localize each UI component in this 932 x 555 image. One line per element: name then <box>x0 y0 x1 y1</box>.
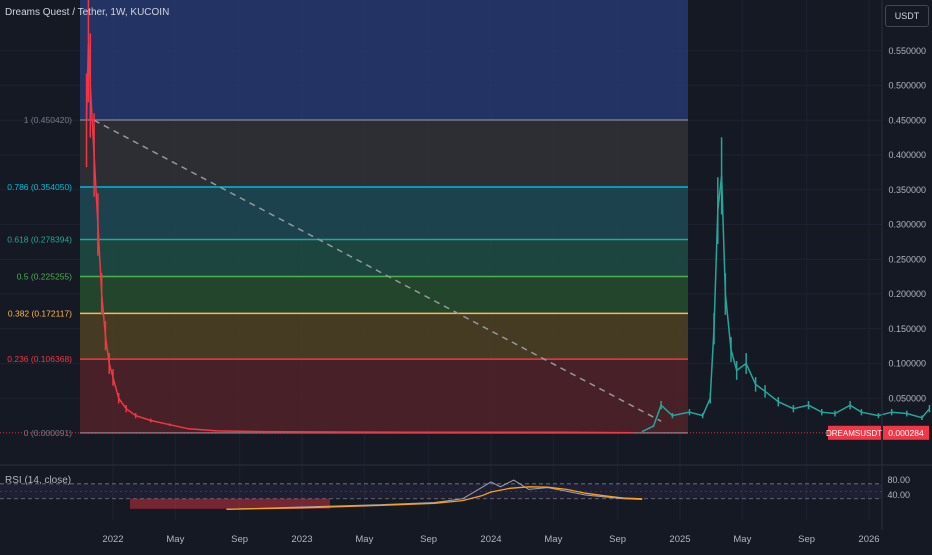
rsi-tick-label: 80.00 <box>887 475 910 485</box>
rsi-title: RSI (14, close) <box>5 475 72 486</box>
x-tick-label: 2022 <box>102 534 123 545</box>
y-tick-label: 0.200000 <box>888 289 926 299</box>
y-tick-label: 0.400000 <box>888 150 926 160</box>
chart-area[interactable]: 1 (0.450420) 0.786 (0.354050) 0.618 (0.278… <box>0 0 932 550</box>
x-tick-label: Sep <box>798 534 815 545</box>
y-tick-label: 0.500000 <box>888 81 926 91</box>
x-tick-label: May <box>544 534 562 545</box>
price-chart[interactable]: 1 (0.450420) 0.786 (0.354050) 0.618 (0.278… <box>0 0 932 550</box>
fib-label: 0.382 (0.172117) <box>8 308 72 318</box>
fib-label: 0.236 (0.106368) <box>7 354 72 364</box>
y-tick-label: 0.300000 <box>888 220 926 230</box>
fib-label: 1 (0.450420) <box>24 115 72 125</box>
y-tick-label: 0.150000 <box>888 324 926 334</box>
y-tick-label: 0.100000 <box>888 359 926 369</box>
x-tick-label: Sep <box>609 534 626 545</box>
fib-zone-top <box>80 0 688 120</box>
symbol-tag: DREAMSUSDT <box>826 429 882 438</box>
fib-zone <box>80 359 688 433</box>
last-price-tag: 0.000284 <box>888 428 924 438</box>
fib-zone <box>80 186 688 240</box>
y-tick-label: 0.450000 <box>888 115 926 125</box>
y-tick-label: 0.250000 <box>888 254 926 264</box>
currency-button[interactable]: USDT <box>885 5 929 27</box>
x-tick-label: Sep <box>420 534 437 545</box>
fib-label: 0 (0.000091) <box>24 428 72 438</box>
x-tick-label: 2025 <box>669 534 690 545</box>
fib-zone <box>80 239 688 277</box>
x-tick-label: 2024 <box>480 534 501 545</box>
x-tick-label: May <box>733 534 751 545</box>
x-tick-label: May <box>355 534 373 545</box>
fib-label: 0.786 (0.354050) <box>7 182 72 192</box>
x-tick-label: May <box>166 534 184 545</box>
fib-zone <box>80 313 688 360</box>
fib-label: 0.5 (0.225255) <box>17 271 72 281</box>
y-tick-label: 0.050000 <box>888 393 926 403</box>
fib-zone <box>80 276 688 314</box>
x-tick-label: 2023 <box>291 534 312 545</box>
y-tick-label: 0.550000 <box>888 46 926 56</box>
x-tick-label: 2026 <box>858 534 879 545</box>
rsi-tick-label: 40.00 <box>887 490 910 500</box>
x-tick-label: Sep <box>231 534 248 545</box>
y-tick-label: 0.350000 <box>888 185 926 195</box>
fib-label: 0.618 (0.278394) <box>7 235 72 245</box>
chart-title: Dreams Quest / Tether, 1W, KUCOIN <box>5 7 170 18</box>
fib-zone <box>80 120 688 187</box>
